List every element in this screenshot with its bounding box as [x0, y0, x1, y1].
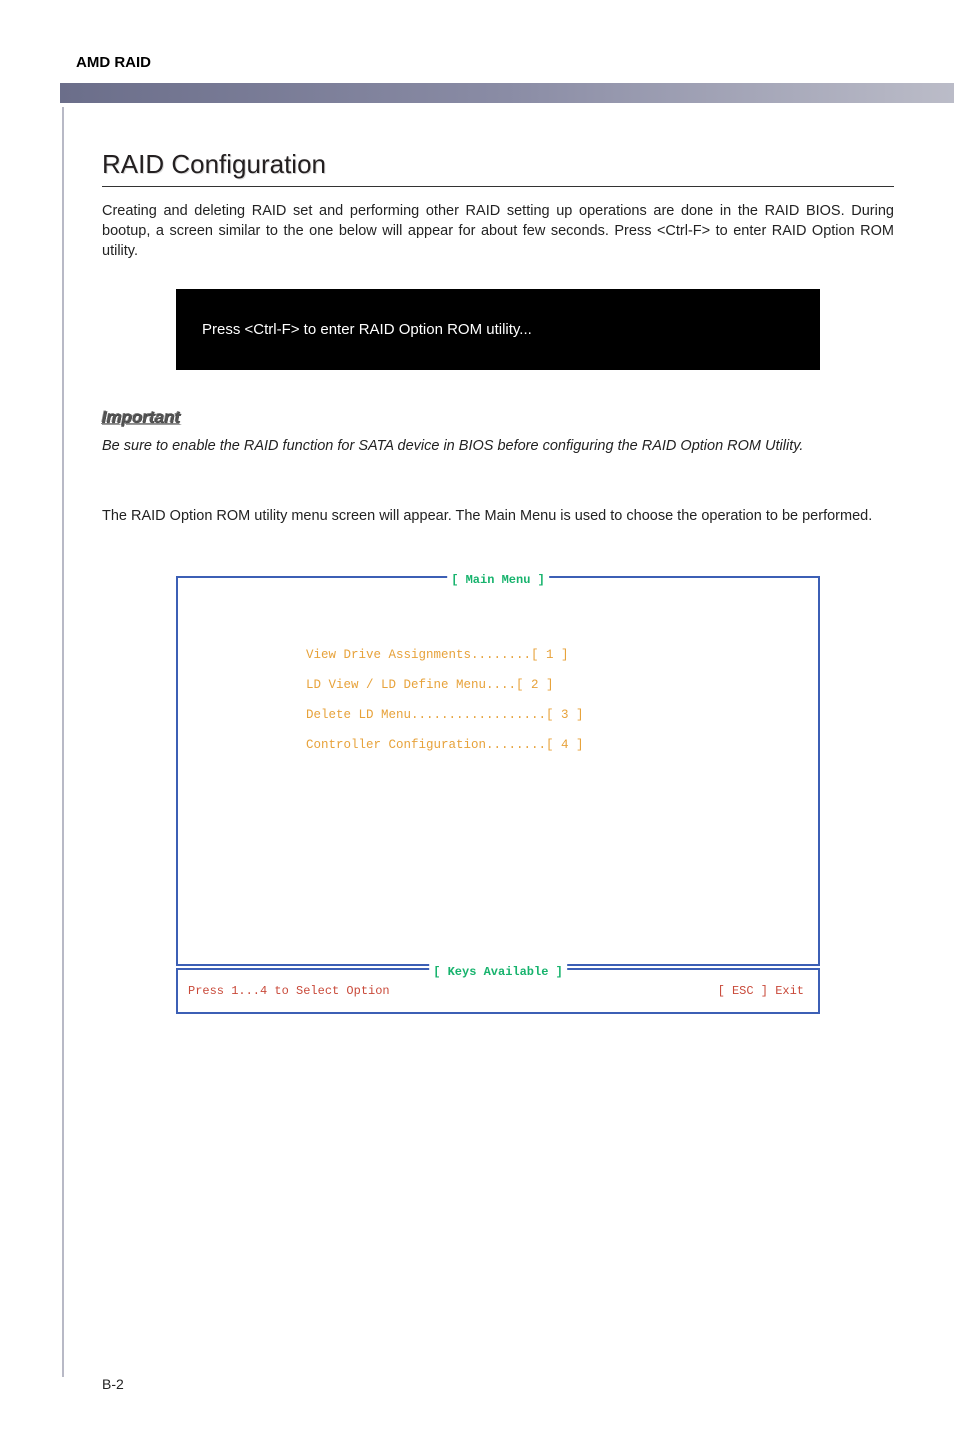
- bios-menu-item-3[interactable]: Delete LD Menu..................[ 3 ]: [306, 700, 818, 730]
- bios-main-title-wrap: [ Main Menu ]: [447, 570, 549, 588]
- important-text: Be sure to enable the RAID function for …: [102, 436, 894, 456]
- page-container: AMD RAID RAID Configuration Creating and…: [0, 0, 954, 1432]
- bios-menu-item-4[interactable]: Controller Configuration........[ 4 ]: [306, 730, 818, 760]
- bios-menu-item-2[interactable]: LD View / LD Define Menu....[ 2 ]: [306, 670, 818, 700]
- ctrl-f-prompt-box: Press <Ctrl-F> to enter RAID Option ROM …: [176, 289, 820, 370]
- page-number: B-2: [102, 1376, 124, 1392]
- header-title: AMD RAID: [74, 54, 894, 83]
- bios-menu-items: View Drive Assignments........[ 1 ] LD V…: [178, 578, 818, 760]
- bios-keys-title: [ Keys Available ]: [433, 965, 563, 979]
- bios-main-menu-box: [ Main Menu ] View Drive Assignments....…: [176, 576, 820, 966]
- bios-screenshot: [ Main Menu ] View Drive Assignments....…: [176, 576, 820, 1014]
- header-section: AMD RAID: [74, 54, 894, 103]
- content-area: RAID Configuration Creating and deleting…: [62, 107, 894, 1377]
- bios-keys-left: Press 1...4 to Select Option: [188, 984, 390, 998]
- important-label: Important: [102, 408, 894, 428]
- bios-main-title: [ Main Menu ]: [451, 573, 545, 587]
- bios-menu-item-1[interactable]: View Drive Assignments........[ 1 ]: [306, 640, 818, 670]
- body-text-2: The RAID Option ROM utility menu screen …: [102, 506, 894, 526]
- ctrl-f-prompt-text: Press <Ctrl-F> to enter RAID Option ROM …: [202, 321, 532, 338]
- bios-keys-right: [ ESC ] Exit: [718, 984, 804, 998]
- section-title: RAID Configuration: [102, 149, 894, 187]
- bios-keys-box: [ Keys Available ] Press 1...4 to Select…: [176, 968, 820, 1014]
- intro-text: Creating and deleting RAID set and perfo…: [102, 201, 894, 261]
- header-bar: [60, 83, 954, 103]
- bios-keys-title-wrap: [ Keys Available ]: [429, 962, 567, 980]
